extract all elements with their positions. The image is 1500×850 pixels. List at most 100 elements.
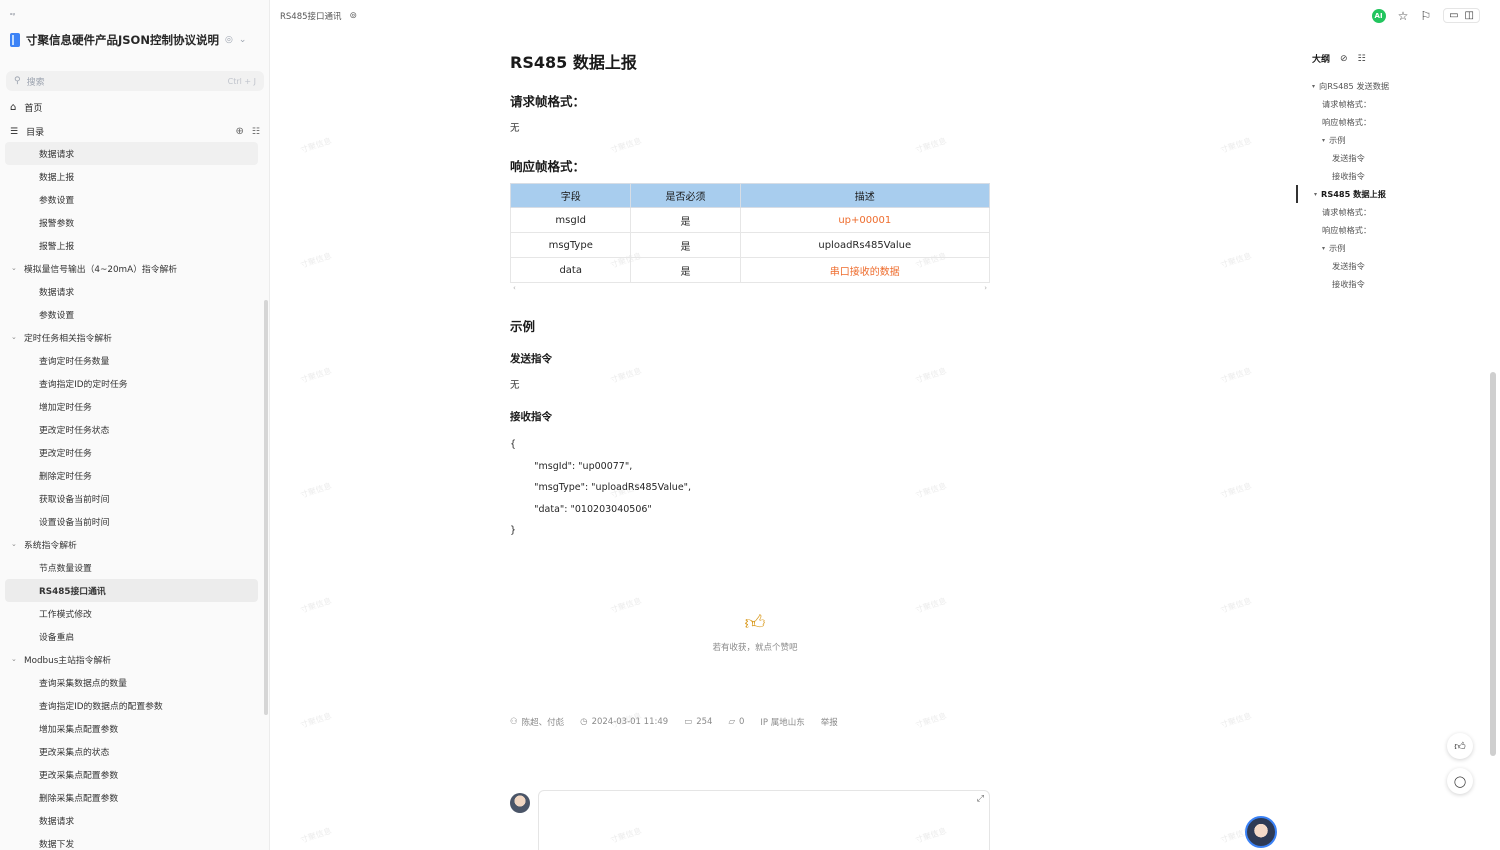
caret-down-icon[interactable]: ▾ <box>1314 191 1317 198</box>
chevron-down-icon[interactable]: ⌄ <box>11 655 17 663</box>
outline-label: 发送指令 <box>1332 153 1365 163</box>
sidebar-toc-item[interactable]: 参数设置 <box>0 188 264 211</box>
sidebar-scrollbar[interactable] <box>264 300 268 715</box>
search-input[interactable]: ⚲ 搜索 Ctrl + J <box>6 71 264 91</box>
outline-item[interactable]: ▾ RS485 数据上报 <box>1296 185 1486 203</box>
sidebar-toc-label: 更改采集点的状态 <box>39 748 110 758</box>
sidebar-toc-label: 更改定时任务 <box>39 449 92 459</box>
chevron-down-icon[interactable]: ⌄ <box>11 264 17 272</box>
sidebar-toc-item[interactable]: 增加采集点配置参数 <box>0 717 264 740</box>
authors-text: 陈超、付彪 <box>521 718 565 728</box>
sidebar-toc-item[interactable]: 数据请求 <box>5 142 258 165</box>
sidebar-item-toc[interactable]: ☰ 目录 ⊕ ☷ <box>10 125 260 138</box>
table-cell: uploadRs485Value <box>739 232 991 258</box>
outline-item[interactable]: 请求帧格式： <box>1296 95 1486 113</box>
response-heading: 响应帧格式： <box>510 159 586 174</box>
sidebar-toc-item[interactable]: 节点数量设置 <box>0 556 264 579</box>
chevron-right-icon[interactable]: › <box>984 284 987 292</box>
comment-float-button[interactable]: ◯ <box>1447 768 1473 794</box>
book-title[interactable]: 寸聚信息硬件产品JSON控制协议说明 <box>26 32 219 48</box>
main-scrollbar[interactable] <box>1490 372 1496 756</box>
sidebar-item-home[interactable]: ⌂ 首页 <box>10 101 260 114</box>
sidebar-toc-item[interactable]: 设置设备当前时间 <box>0 510 264 533</box>
sidebar-toc-item[interactable]: 数据下发 <box>0 832 264 850</box>
ai-button[interactable]: AI <box>1371 8 1386 23</box>
table-cell: 是 <box>630 207 741 233</box>
sidebar-toc-item[interactable]: 查询指定ID的定时任务 <box>0 372 264 395</box>
sidebar-toc-item[interactable]: RS485接口通讯 <box>5 579 258 602</box>
sidebar-toc-item[interactable]: 查询定时任务数量 <box>0 349 264 372</box>
outline-item[interactable]: 发送指令 <box>1296 257 1486 275</box>
comment-input[interactable]: ⤢ <box>538 790 990 850</box>
report-link[interactable]: 举报 <box>821 716 838 728</box>
toc-menu-icon[interactable]: ☷ <box>252 127 260 137</box>
sidebar-toc-item[interactable]: 删除定时任务 <box>0 464 264 487</box>
sidebar-toc-item[interactable]: 获取设备当前时间 <box>0 487 264 510</box>
feedback-icon[interactable]: ⚐ <box>1420 9 1431 23</box>
star-icon[interactable]: ☆ <box>1398 9 1409 23</box>
sidebar-toc-item[interactable]: 报警参数 <box>0 211 264 234</box>
sidebar-toc-item[interactable]: 删除采集点配置参数 <box>0 786 264 809</box>
link-icon[interactable]: ⊚ <box>350 11 358 21</box>
sidebar-toc-item[interactable]: 数据上报 <box>0 165 264 188</box>
thumbs-up-icon[interactable]: 👍︎ <box>705 610 805 635</box>
sidebar-toc-item[interactable]: 更改采集点配置参数 <box>0 763 264 786</box>
sidebar-toc-label: 节点数量设置 <box>39 564 92 574</box>
table-cell: data <box>509 257 632 283</box>
sidebar-toc-label: 更改定时任务状态 <box>39 426 110 436</box>
caret-down-icon[interactable]: ▾ <box>1322 137 1325 144</box>
chevron-down-icon[interactable]: ⌄ <box>239 35 247 45</box>
outline-item[interactable]: 响应帧格式： <box>1296 221 1486 239</box>
sidebar-toc-item[interactable]: 报警上报 <box>0 234 264 257</box>
sidebar-toc-item[interactable]: ⌄ 系统指令解析 <box>0 533 264 556</box>
comment-icon[interactable]: ▭ <box>1449 10 1458 21</box>
like-float-button[interactable]: 👍︎ <box>1447 733 1473 759</box>
sidebar-toc-item[interactable]: 设备重启 <box>0 625 264 648</box>
breadcrumb[interactable]: RS485接口通讯 <box>280 10 342 22</box>
table-header-cell: 描述 <box>739 183 991 208</box>
book-header[interactable]: 寸聚信息硬件产品JSON控制协议说明 ◎ ⌄ <box>10 32 260 48</box>
outline-label: 请求帧格式： <box>1322 207 1372 217</box>
sidebar-toc-item[interactable]: 数据请求 <box>0 280 264 303</box>
expand-icon[interactable]: ⤢ <box>977 794 984 804</box>
sidebar-toc-item[interactable]: 更改采集点的状态 <box>0 740 264 763</box>
outline-item[interactable]: ▾ 示例 <box>1296 131 1486 149</box>
outline-item[interactable]: 请求帧格式： <box>1296 203 1486 221</box>
sidebar-toc-item[interactable]: 参数设置 <box>0 303 264 326</box>
sidebar-toc-item[interactable]: 增加定时任务 <box>0 395 264 418</box>
assistant-avatar[interactable] <box>1245 816 1277 848</box>
list-icon[interactable]: ☷ <box>1358 54 1366 64</box>
hide-icon[interactable]: ⊘ <box>1340 54 1348 64</box>
outline-item[interactable]: 发送指令 <box>1296 149 1486 167</box>
comment-count[interactable]: ▱ 0 <box>728 717 744 727</box>
watermark-text: 寸聚信息 <box>1219 251 1253 270</box>
app-logo[interactable]: ᵒᵍ <box>10 12 15 19</box>
chevron-left-icon[interactable]: ‹ <box>513 284 516 292</box>
chevron-down-icon[interactable]: ⌄ <box>11 540 17 548</box>
locate-icon[interactable]: ⊕ <box>236 126 244 137</box>
sidebar-toc-item[interactable]: ⌄ 模拟量信号输出（4~20mA）指令解析 <box>0 257 264 280</box>
sidebar-toc-item[interactable]: 工作模式修改 <box>0 602 264 625</box>
section-title: RS485 数据上报 <box>510 53 637 72</box>
outline-item[interactable]: ▾ 示例 <box>1296 239 1486 257</box>
table-scrollbar[interactable]: ‹ › <box>510 284 990 292</box>
chevron-down-icon[interactable]: ⌄ <box>11 333 17 341</box>
sidebar-toc-item[interactable]: 查询指定ID的数据点的配置参数 <box>0 694 264 717</box>
panel-icon[interactable]: ◫ <box>1465 10 1474 21</box>
table-cell: 是 <box>630 257 741 283</box>
doc-meta: ⚇ 陈超、付彪 ◷ 2024-03-01 11:49 ▭ 254 ▱ 0 IP … <box>510 716 838 728</box>
sidebar-toc-item[interactable]: ⌄ Modbus主站指令解析 <box>0 648 264 671</box>
sidebar-toc-item[interactable]: ⌄ 定时任务相关指令解析 <box>0 326 264 349</box>
caret-down-icon[interactable]: ▾ <box>1312 83 1315 90</box>
sidebar-toc-label: 删除采集点配置参数 <box>39 794 119 804</box>
outline-item[interactable]: 响应帧格式： <box>1296 113 1486 131</box>
outline-item[interactable]: 接收指令 <box>1296 275 1486 293</box>
sidebar-toc-item[interactable]: 查询采集数据点的数量 <box>0 671 264 694</box>
sidebar-toc-item[interactable]: 数据请求 <box>0 809 264 832</box>
outline-item[interactable]: ▾ 向RS485 发送数据 <box>1296 77 1486 95</box>
outline-panel: 大纲 ⊘ ☷ ▾ 向RS485 发送数据 请求帧格式： 响应帧格式： ▾ 示例 发送指令 接收… <box>1296 52 1486 293</box>
sidebar-toc-item[interactable]: 更改定时任务状态 <box>0 418 264 441</box>
outline-item[interactable]: 接收指令 <box>1296 167 1486 185</box>
caret-down-icon[interactable]: ▾ <box>1322 245 1325 252</box>
sidebar-toc-item[interactable]: 更改定时任务 <box>0 441 264 464</box>
